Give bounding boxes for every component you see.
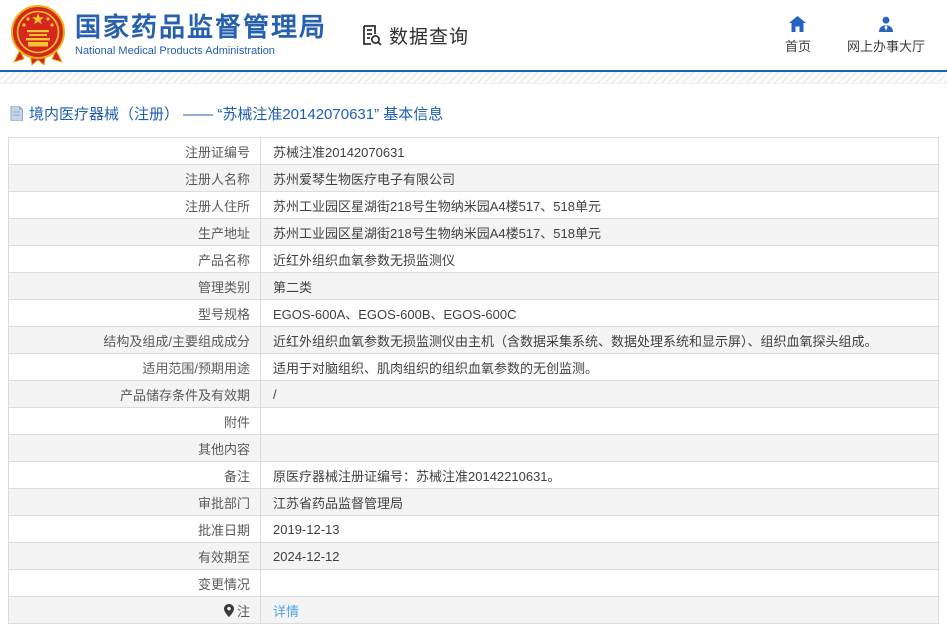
table-row: 审批部门 江苏省药品监督管理局 [8, 488, 939, 516]
row-value: / [260, 380, 939, 408]
table-row: 注册人住所 苏州工业园区星湖街218号生物纳米园A4楼517、518单元 [8, 191, 939, 219]
table-row: 适用范围/预期用途 适用于对脑组织、肌肉组织的组织血氧参数的无创监测。 [8, 353, 939, 381]
row-value [260, 434, 939, 462]
logo-subtitle: National Medical Products Administration [75, 44, 275, 57]
nav-home-label: 首页 [784, 38, 811, 54]
nav-home[interactable]: 首页 [784, 15, 811, 55]
main-content: 境内医疗器械（注册） —— “苏械注准20142070631” 基本信息 注册证… [0, 84, 947, 624]
table-row: 产品名称 近红外组织血氧参数无损监测仪 [8, 245, 939, 273]
row-value: 2019-12-13 [260, 515, 939, 543]
table-row: 其他内容 [8, 434, 939, 462]
row-value: 苏州工业园区星湖街218号生物纳米园A4楼517、518单元 [260, 191, 939, 219]
row-label: 变更情况 [8, 569, 261, 597]
row-label: 注册证编号 [8, 137, 261, 165]
row-label: 管理类别 [8, 272, 261, 300]
document-icon [10, 106, 23, 121]
document-search-icon [359, 23, 383, 47]
row-label: 附件 [8, 407, 261, 435]
data-query-label: 数据查询 [389, 26, 470, 48]
row-label: 生产地址 [8, 218, 261, 246]
table-row: 生产地址 苏州工业园区星湖街218号生物纳米园A4楼517、518单元 [8, 218, 939, 246]
table-row: 备注 原医疗器械注册证编号：苏械注准20142210631。 [8, 461, 939, 489]
row-value: 苏州工业园区星湖街218号生物纳米园A4楼517、518单元 [260, 218, 939, 246]
table-row: 产品储存条件及有效期 / [8, 380, 939, 408]
row-value: 苏械注准20142070631 [260, 137, 939, 165]
row-value: 详情 [260, 596, 939, 624]
row-value: EGOS-600A、EGOS-600B、EGOS-600C [260, 299, 939, 327]
hatch-band [0, 72, 947, 84]
row-value: 苏州爱琴生物医疗电子有限公司 [260, 164, 939, 192]
row-value: 原医疗器械注册证编号：苏械注准20142210631。 [260, 461, 939, 489]
table-row: 变更情况 [8, 569, 939, 597]
home-icon [789, 15, 807, 32]
row-value: 适用于对脑组织、肌肉组织的组织血氧参数的无创监测。 [260, 353, 939, 381]
table-row: 批准日期 2019-12-13 [8, 515, 939, 543]
data-query-heading: 数据查询 [359, 22, 469, 49]
table-row: 型号规格 EGOS-600A、EGOS-600B、EGOS-600C [8, 299, 939, 327]
row-value [260, 569, 939, 597]
row-label: 注 [8, 596, 261, 624]
row-label: 批准日期 [8, 515, 261, 543]
page-title: 境内医疗器械（注册） —— “苏械注准20142070631” 基本信息 [10, 103, 939, 124]
row-value [260, 407, 939, 435]
row-value: 近红外组织血氧参数无损监测仪 [260, 245, 939, 273]
row-value: 近红外组织血氧参数无损监测仪由主机（含数据采集系统、数据处理系统和显示屏）、组织… [260, 326, 939, 354]
row-label: 注册人名称 [8, 164, 261, 192]
nav-service-hall[interactable]: 网上办事大厅 [847, 16, 925, 55]
table-row: 注册证编号 苏械注准20142070631 [8, 137, 939, 165]
row-label: 备注 [8, 461, 261, 489]
pin-icon [223, 603, 234, 617]
table-row: 结构及组成/主要组成成分 近红外组织血氧参数无损监测仪由主机（含数据采集系统、数… [8, 326, 939, 354]
person-icon [878, 16, 894, 32]
row-value: 江苏省药品监督管理局 [260, 488, 939, 516]
page-title-text: 境内医疗器械（注册） —— “苏械注准20142070631” 基本信息 [29, 106, 444, 123]
row-label: 产品储存条件及有效期 [8, 380, 261, 408]
table-row: 管理类别 第二类 [8, 272, 939, 300]
row-label: 产品名称 [8, 245, 261, 273]
table-row: 注册人名称 苏州爱琴生物医疗电子有限公司 [8, 164, 939, 192]
header-nav: 首页 网上办事大厅 [784, 15, 925, 55]
details-link[interactable]: 详情 [273, 604, 299, 619]
table-row-note: 注 详情 [8, 596, 939, 624]
row-label: 适用范围/预期用途 [8, 353, 261, 381]
row-label: 型号规格 [8, 299, 261, 327]
row-label: 注册人住所 [8, 191, 261, 219]
registration-info-table: 注册证编号 苏械注准20142070631 注册人名称 苏州爱琴生物医疗电子有限… [8, 137, 939, 624]
national-emblem-icon [10, 4, 66, 66]
table-row: 有效期至 2024-12-12 [8, 542, 939, 570]
row-value: 第二类 [260, 272, 939, 300]
row-value: 2024-12-12 [260, 542, 939, 570]
row-label: 其他内容 [8, 434, 261, 462]
row-label: 结构及组成/主要组成成分 [8, 326, 261, 354]
row-label: 有效期至 [8, 542, 261, 570]
nav-service-hall-label: 网上办事大厅 [846, 38, 925, 54]
row-label: 审批部门 [8, 488, 261, 516]
site-header: 国家药品监督管理局 National Medical Products Admi… [0, 0, 947, 70]
site-logo: 国家药品监督管理局 National Medical Products Admi… [10, 4, 327, 66]
row-label-text: 注 [236, 603, 250, 619]
logo-title: 国家药品监督管理局 [75, 12, 328, 43]
table-row: 附件 [8, 407, 939, 435]
